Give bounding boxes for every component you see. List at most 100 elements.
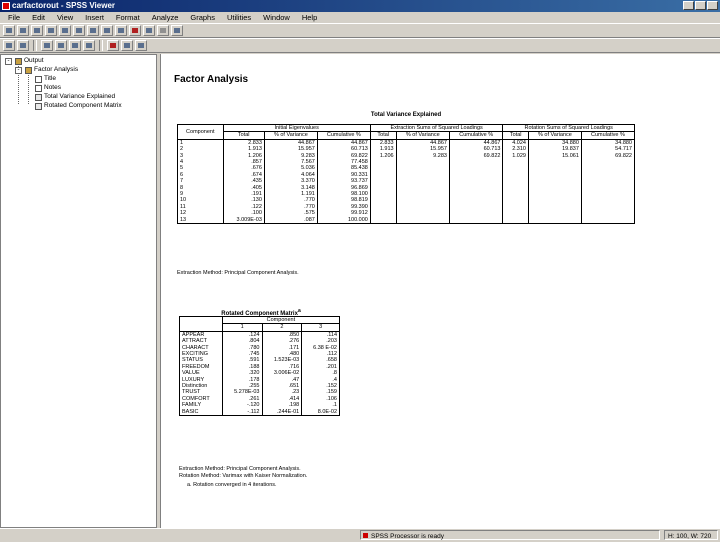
table-cell: 4.024 — [502, 139, 529, 147]
variable-name: BASIC — [179, 408, 223, 416]
footnote-marker: a — [297, 308, 301, 314]
outline-rotated-matrix[interactable]: Rotated Component Matrix — [35, 102, 122, 110]
rcm-col-header: 1 — [222, 323, 263, 332]
tve-col-header: % of Variance — [264, 131, 318, 140]
collapse-factor-icon[interactable]: - — [15, 67, 22, 74]
insert-title-icon[interactable] — [121, 40, 133, 51]
tve-col-header: Cumulative % — [581, 131, 636, 140]
table-row: APPEAR .124.850.114 — [179, 331, 340, 339]
save-icon[interactable] — [17, 25, 29, 36]
rcm-col-header: 3 — [301, 323, 340, 332]
main-toolbar — [0, 23, 720, 38]
insert-heading-icon[interactable] — [107, 40, 119, 51]
hide-icon[interactable] — [83, 40, 95, 51]
total-variance-table[interactable]: Component Initial Eigenvalues Extraction… — [177, 124, 636, 225]
tve-col-header: Total — [223, 131, 265, 140]
outline-title[interactable]: Title — [35, 75, 56, 83]
table-cell: 44.867 — [396, 139, 450, 147]
outline-factor-analysis[interactable]: Factor Analysis — [25, 66, 78, 74]
menu-analyze[interactable]: Analyze — [146, 12, 185, 23]
outline-total-variance[interactable]: Total Variance Explained — [35, 93, 115, 101]
expand-icon[interactable] — [41, 40, 53, 51]
spss-app-icon — [2, 2, 10, 10]
table-cell: 100.000 — [317, 216, 371, 224]
menu-view[interactable]: View — [51, 12, 79, 23]
content-pane[interactable]: Factor Analysis Total Variance Explained… — [160, 54, 720, 528]
insert-text-icon[interactable] — [135, 40, 147, 51]
dialog-recall-icon[interactable] — [73, 25, 85, 36]
outline-pane[interactable]: - Output - Factor Analysis Title Notes T… — [0, 54, 157, 528]
variables-icon[interactable] — [115, 25, 127, 36]
table-cell: .124 — [222, 331, 263, 339]
collapse-icon[interactable] — [55, 40, 67, 51]
table-item-icon — [35, 102, 42, 110]
menu-format[interactable]: Format — [110, 12, 146, 23]
rcm-footnote-1: Extraction Method: Principal Component A… — [179, 466, 301, 472]
table-cell — [396, 216, 450, 224]
component-header: Component — [177, 124, 224, 140]
table-cell: 2.833 — [223, 139, 265, 147]
outline-output[interactable]: Output — [15, 57, 44, 65]
menu-utilities[interactable]: Utilities — [221, 12, 257, 23]
table-cell: 34.880 — [581, 139, 636, 147]
component-number: 1 — [177, 139, 224, 147]
rotated-component-table[interactable]: Component 123 APPEAR .124.850.114 ATTRACT.… — [179, 316, 341, 417]
component-group-header: Component — [222, 316, 341, 325]
table-cell: -.112 — [222, 408, 263, 416]
undo-icon[interactable] — [87, 25, 99, 36]
table-cell — [581, 216, 636, 224]
table-cell: .244E-01 — [262, 408, 303, 416]
table-cell — [370, 216, 397, 224]
find-icon[interactable] — [129, 25, 141, 36]
book-icon — [25, 66, 32, 74]
tve-footnote: Extraction Method: Principal Component A… — [177, 270, 299, 276]
component-number: 13 — [177, 216, 224, 224]
tve-col-header: % of Variance — [396, 131, 450, 140]
rcm-col-header: 2 — [262, 323, 303, 332]
table-cell: .850 — [262, 331, 303, 339]
tve-table-title: Total Variance Explained — [370, 112, 442, 118]
export-icon[interactable] — [59, 25, 71, 36]
menu-file[interactable]: File — [2, 12, 26, 23]
close-button[interactable] — [707, 1, 718, 10]
help-icon[interactable] — [171, 25, 183, 36]
table-cell: 8.0E-02 — [301, 408, 340, 416]
outline-toolbar — [0, 38, 720, 53]
window-title: carfactorout - SPSS Viewer — [12, 1, 115, 10]
outline-notes[interactable]: Notes — [35, 84, 61, 92]
table-cell: 44.867 — [317, 139, 371, 147]
designate-window-icon[interactable] — [157, 25, 169, 36]
collapse-output-icon[interactable]: - — [5, 58, 12, 65]
open-icon[interactable] — [3, 25, 15, 36]
variable-name: APPEAR — [179, 331, 223, 339]
group-header: Extraction Sums of Squared Loadings — [370, 124, 504, 133]
menu-window[interactable]: Window — [257, 12, 296, 23]
notes-item-icon — [35, 84, 42, 92]
output-heading: Factor Analysis — [174, 74, 249, 85]
status-bar: SPSS Processor is ready H: 100, W: 720 — [0, 528, 720, 540]
status-position: H: 100, W: 720 — [664, 530, 718, 540]
print-icon[interactable] — [31, 25, 43, 36]
demote-icon[interactable] — [17, 40, 29, 51]
toolbar-separator — [99, 40, 103, 51]
use-sets-icon[interactable] — [143, 25, 155, 36]
tve-col-header: Total — [370, 131, 397, 140]
tve-col-header: Total — [502, 131, 529, 140]
status-message: SPSS Processor is ready — [360, 530, 660, 540]
table-cell: 3.009E-03 — [223, 216, 265, 224]
menu-insert[interactable]: Insert — [79, 12, 110, 23]
promote-icon[interactable] — [3, 40, 15, 51]
print-preview-icon[interactable] — [45, 25, 57, 36]
tve-col-header: Cumulative % — [317, 131, 371, 140]
goto-case-icon[interactable] — [101, 25, 113, 36]
show-icon[interactable] — [69, 40, 81, 51]
table-cell: 2.833 — [370, 139, 397, 147]
toolbar-separator — [33, 40, 37, 51]
table-cell — [528, 216, 582, 224]
menu-help[interactable]: Help — [296, 12, 323, 23]
minimize-button[interactable] — [683, 1, 694, 10]
menu-graphs[interactable]: Graphs — [184, 12, 221, 23]
table-item-icon — [35, 93, 42, 101]
maximize-button[interactable] — [695, 1, 706, 10]
menu-edit[interactable]: Edit — [26, 12, 51, 23]
